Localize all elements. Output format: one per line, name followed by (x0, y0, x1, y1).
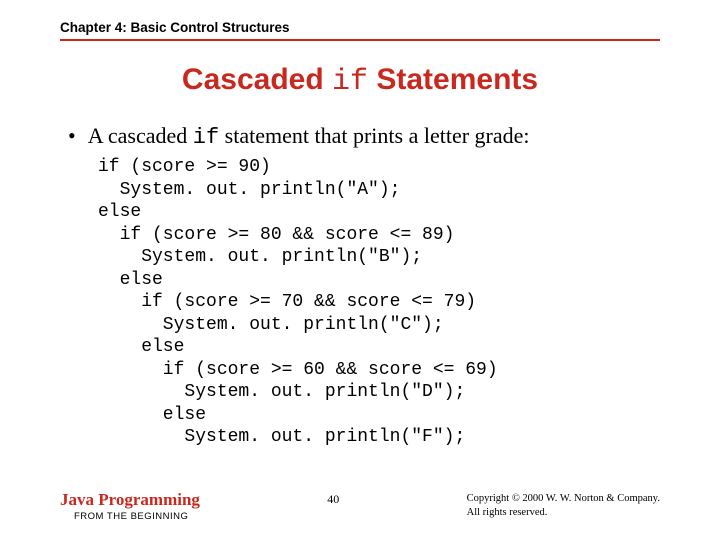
bullet-text: A cascaded if statement that prints a le… (88, 123, 530, 150)
brand-subtitle: FROM THE BEGINNING (74, 511, 200, 522)
bullet-dot: • (68, 123, 76, 150)
chapter-header: Chapter 4: Basic Control Structures (60, 20, 660, 41)
slide-title: Cascaded if Statements (60, 63, 660, 99)
page-number: 40 (327, 492, 339, 507)
bullet-pre: A cascaded (88, 123, 193, 148)
brand-title: Java Programming (60, 490, 200, 510)
title-pre: Cascaded (182, 63, 332, 96)
footer: Java Programming FROM THE BEGINNING 40 C… (60, 490, 660, 522)
copyright-line2: All rights reserved. (467, 506, 660, 520)
title-post: Statements (368, 63, 538, 96)
bullet-post: statement that prints a letter grade: (219, 123, 529, 148)
copyright: Copyright © 2000 W. W. Norton & Company.… (467, 492, 660, 519)
code-block: if (score >= 90) System. out. println("A… (98, 156, 660, 449)
bullet-item: • A cascaded if statement that prints a … (60, 123, 660, 150)
bullet-code: if (193, 125, 219, 150)
footer-brand: Java Programming FROM THE BEGINNING (60, 490, 200, 522)
title-code: if (332, 65, 368, 99)
copyright-line1: Copyright © 2000 W. W. Norton & Company. (467, 492, 660, 506)
